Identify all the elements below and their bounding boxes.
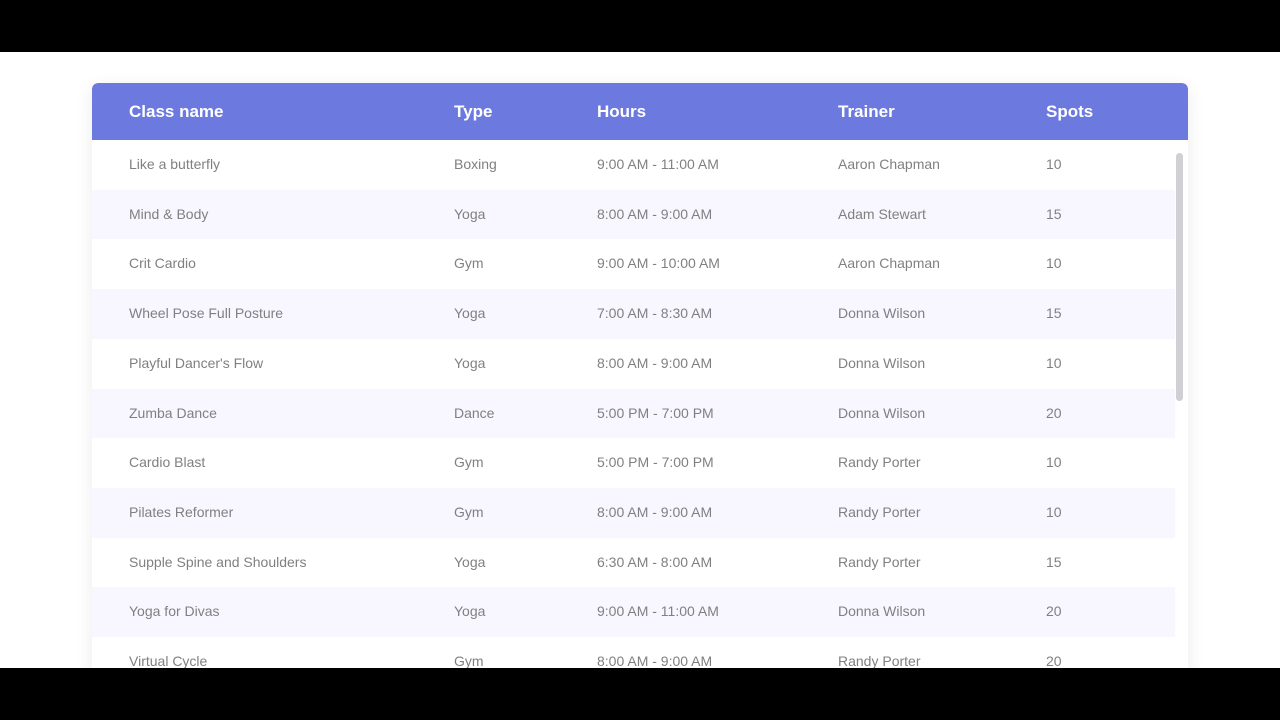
cell-trainer: Randy Porter [838,653,921,668]
cell-hours: 6:30 AM - 8:00 AM [597,553,713,570]
table-row[interactable]: Wheel Pose Full Posture Yoga 7:00 AM - 8:3… [92,289,1175,340]
cell-class-name: Crit Cardio [129,255,196,272]
cell-type: Yoga [454,205,486,222]
cell-trainer: Adam Stewart [838,205,926,222]
cell-hours: 8:00 AM - 9:00 AM [597,503,713,520]
cell-type: Yoga [454,354,486,371]
header-type[interactable]: Type [454,83,492,140]
table-row[interactable]: Zumba Dance Dance 5:00 PM - 7:00 PM Donna W… [92,388,1175,439]
cell-trainer: Aaron Chapman [838,156,940,172]
cell-hours: 9:00 AM - 10:00 AM [597,255,720,272]
cell-class-name: Virtual Cycle [129,653,208,668]
table-row[interactable]: Supple Spine and Shoulders Yoga 6:30 AM - … [92,537,1175,588]
cell-trainer: Donna Wilson [838,404,926,421]
letterbox-top [0,0,1280,52]
cell-trainer: Aaron Chapman [838,255,940,272]
cell-hours: 8:00 AM - 9:00 AM [597,205,713,222]
cell-type: Gym [454,503,484,520]
cell-trainer: Randy Porter [838,503,921,520]
cell-spots: 15 [1046,205,1062,222]
cell-type: Yoga [454,553,486,570]
table-row[interactable]: Playful Dancer's Flow Yoga 8:00 AM - 9:00 … [92,338,1175,389]
cell-class-name: Wheel Pose Full Posture [129,305,284,322]
cell-trainer: Donna Wilson [838,354,926,371]
table-row[interactable]: Pilates Reformer Gym 8:00 AM - 9:00 AM Rand… [92,487,1175,538]
cell-type: Dance [454,404,495,421]
cell-spots: 10 [1046,255,1062,272]
table-row[interactable]: Yoga for Divas Yoga 9:00 AM - 11:00 AM Donn… [92,587,1175,638]
cell-type: Yoga [454,305,486,322]
cell-class-name: Zumba Dance [129,404,217,421]
cell-hours: 7:00 AM - 8:30 AM [597,305,713,322]
cell-type: Gym [454,454,484,471]
cell-spots: 15 [1046,305,1062,322]
header-hours[interactable]: Hours [597,83,646,140]
cell-spots: 10 [1046,354,1062,371]
table-row[interactable]: Mind & Body Yoga 8:00 AM - 9:00 AM Adam Ste… [92,189,1175,240]
cell-class-name: Mind & Body [129,205,209,222]
cell-class-name: Like a butterfly [129,156,221,172]
cell-hours: 9:00 AM - 11:00 AM [597,156,719,172]
cell-class-name: Cardio Blast [129,454,206,471]
cell-class-name: Playful Dancer's Flow [129,354,264,371]
cell-spots: 20 [1046,603,1062,620]
table-row[interactable]: Crit Cardio Gym 9:00 AM - 10:00 AM Aaron Ch… [92,239,1175,290]
cell-hours: 8:00 AM - 9:00 AM [597,354,713,371]
cell-hours: 5:00 PM - 7:00 PM [597,454,714,471]
cell-trainer: Randy Porter [838,553,921,570]
cell-trainer: Donna Wilson [838,305,926,322]
cell-trainer: Donna Wilson [838,603,926,620]
scrollbar-thumb[interactable] [1176,153,1183,401]
cell-type: Boxing [454,156,497,172]
header-trainer[interactable]: Trainer [838,83,895,140]
letterbox-bottom [0,668,1280,720]
table-body[interactable]: Like a butterfly Boxing 9:00 AM - 11:00 AM… [92,140,1175,668]
cell-hours: 5:00 PM - 7:00 PM [597,404,714,421]
cell-spots: 10 [1046,156,1062,172]
cell-hours: 8:00 AM - 9:00 AM [597,653,713,668]
cell-class-name: Supple Spine and Shoulders [129,553,307,570]
cell-spots: 10 [1046,454,1062,471]
cell-hours: 9:00 AM - 11:00 AM [597,603,719,620]
cell-spots: 15 [1046,553,1062,570]
cell-type: Gym [454,255,484,272]
cell-trainer: Randy Porter [838,454,921,471]
table-header: Class name Type Hours Trainer Spots [92,83,1188,140]
table-row[interactable]: Virtual Cycle Gym 8:00 AM - 9:00 AM Randy P… [92,637,1175,668]
page: Class name Type Hours Trainer Spots Like… [0,52,1280,668]
cell-spots: 20 [1046,404,1062,421]
cell-class-name: Pilates Reformer [129,503,234,520]
class-schedule-table: Class name Type Hours Trainer Spots Like… [92,83,1188,668]
cell-spots: 20 [1046,653,1062,668]
cell-spots: 10 [1046,503,1062,520]
header-class-name[interactable]: Class name [129,83,224,140]
header-spots[interactable]: Spots [1046,83,1093,140]
table-row[interactable]: Cardio Blast Gym 5:00 PM - 7:00 PM Randy Po… [92,438,1175,489]
cell-class-name: Yoga for Divas [129,603,220,620]
table-row[interactable]: Like a butterfly Boxing 9:00 AM - 11:00 AM… [92,140,1175,190]
cell-type: Yoga [454,603,486,620]
cell-type: Gym [454,653,484,668]
